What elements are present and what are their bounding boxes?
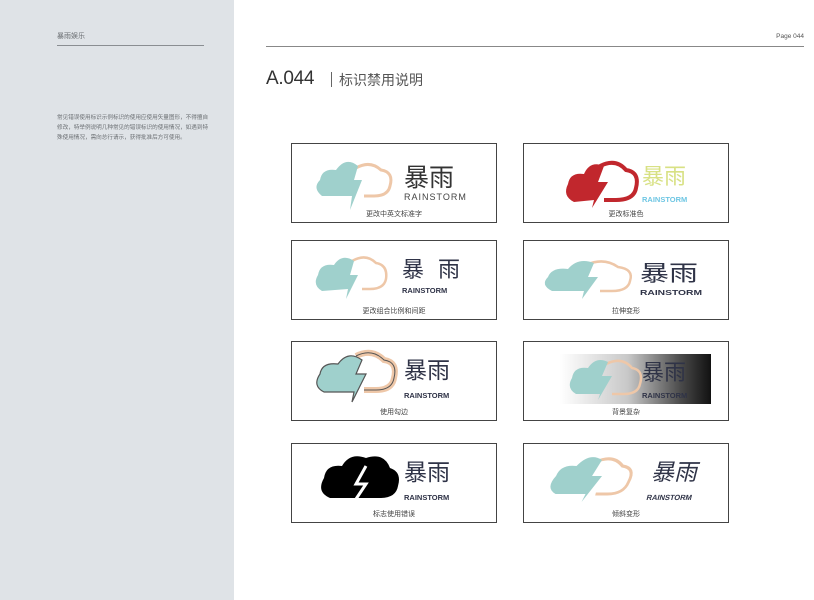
logo-cn-text: 暴雨 xyxy=(404,358,450,384)
logo-en-text: RAINSTORM xyxy=(402,286,447,295)
misuse-card-color: 暴雨 RAINSTORM 更改标准色 xyxy=(523,143,729,223)
card-caption: 背景复杂 xyxy=(612,408,640,416)
card-caption: 更改中英文标准字 xyxy=(366,210,422,218)
logo-en-text: RAINSTORM xyxy=(404,493,449,502)
logo-en-text: RAINSTORM xyxy=(404,192,467,202)
card-caption: 更改标准色 xyxy=(608,210,644,218)
logo-en-text: RAINSTORM xyxy=(642,391,687,400)
logo-cn-text: 暴雨 xyxy=(404,460,450,486)
card-caption: 使用勾边 xyxy=(380,408,408,416)
logo-en-text: RAINSTORM xyxy=(404,391,449,400)
logo-cn-text: 暴雨 xyxy=(640,262,698,287)
logo-en-text: RAINSTORM xyxy=(642,195,687,204)
logo-cn-text: 暴雨 xyxy=(642,165,686,190)
sidebar-divider xyxy=(57,45,204,46)
misuse-card-wrong-mark: 暴雨 RAINSTORM 标志使用错误 xyxy=(291,443,497,523)
logo-cn-text: 暴雨 xyxy=(642,361,686,386)
misuse-card-outline: 暴雨 RAINSTORM 使用勾边 xyxy=(291,341,497,421)
misuse-card-font: 暴雨 RAINSTORM 更改中英文标准字 xyxy=(291,143,497,223)
card-caption: 拉伸变形 xyxy=(612,307,640,315)
logo-en-text: RAINSTORM xyxy=(640,288,702,297)
card-caption: 倾斜变形 xyxy=(612,510,640,518)
sidebar: 暴雨娱乐 常见错误使用标识示例标识的使用应使用矢量图形，不得擅自修改，特举例说明… xyxy=(0,0,234,600)
section-separator xyxy=(331,72,332,87)
intro-text: 常见错误使用标识示例标识的使用应使用矢量图形，不得擅自修改，特举例说明几种常见的… xyxy=(57,115,209,141)
card-caption: 标志使用错误 xyxy=(373,510,415,518)
section-code: A.044 xyxy=(266,68,315,89)
logo-cn-text: 暴雨 xyxy=(650,458,703,486)
page-number: Page 044 xyxy=(776,33,804,40)
logo-en-text: RAINSTORM xyxy=(646,493,693,502)
misuse-card-background: 暴雨 RAINSTORM 背景复杂 xyxy=(523,341,729,421)
misuse-card-skew: 暴雨 RAINSTORM 倾斜变形 xyxy=(523,443,729,523)
misuse-card-proportion: 暴雨 RAINSTORM 更改组合比例和间距 xyxy=(291,240,497,320)
card-caption: 更改组合比例和间距 xyxy=(362,307,426,315)
brand-name: 暴雨娱乐 xyxy=(57,32,85,40)
logo-cn-text: 暴雨 xyxy=(402,258,474,283)
header-divider xyxy=(266,46,804,47)
logo-cn-text: 暴雨 xyxy=(404,163,454,192)
section-title: 标识禁用说明 xyxy=(339,73,423,89)
misuse-card-stretch: 暴雨 RAINSTORM 拉伸变形 xyxy=(523,240,729,320)
